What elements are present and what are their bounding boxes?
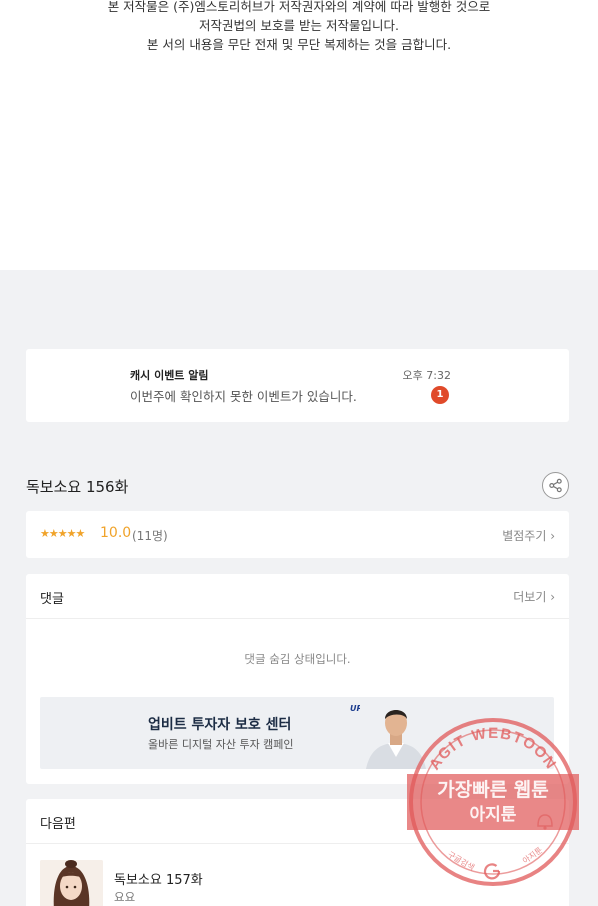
next-episode-title: 독보소요 157화 — [114, 873, 203, 888]
cash-event-notification[interactable]: 캐시 이벤트 알림 오후 7:32 이번주에 확인하지 못한 이벤트가 있습니다… — [26, 349, 569, 422]
next-episode-thumbnail[interactable] — [40, 860, 103, 906]
stamp-top-text: AGIT WEBTOON — [426, 725, 560, 773]
google-g-icon — [483, 863, 501, 880]
rating-score: 10.0 — [100, 525, 132, 541]
notification-time: 오후 7:32 — [402, 369, 451, 382]
rate-button[interactable]: 별점주기 › — [502, 527, 555, 544]
ad-title: 업비트 투자자 보호 센터 — [148, 717, 292, 733]
notification-message: 이번주에 확인하지 못한 이벤트가 있습니다. — [130, 389, 357, 404]
rating-stars: ★★★★★ — [40, 527, 85, 540]
copyright-line-3: 본 서의 내용을 무단 전재 및 무단 복제하는 것을 금합니다. — [146, 37, 452, 52]
comments-header: 댓글 더보기 › — [26, 574, 569, 619]
next-episode-subtitle: 요요 — [114, 890, 136, 904]
notification-title: 캐시 이벤트 알림 — [130, 369, 209, 382]
agit-webtoon-watermark-stamp: AGIT WEBTOON 가장빠른 웹툰 아지툰 구글검색 아지툰 — [407, 718, 579, 886]
episode-title: 독보소요 156화 — [26, 478, 129, 496]
comments-more-button[interactable]: 더보기 › — [513, 588, 555, 605]
comments-label: 댓글 — [40, 592, 64, 607]
thumbnail-character-image — [40, 860, 103, 906]
rating-card: ★★★★★ 10.0 (11명) 별점주기 › — [26, 511, 569, 558]
copyright-line-2: 저작권법의 보호를 받는 저작물입니다. — [199, 18, 399, 33]
share-button[interactable] — [542, 472, 569, 499]
share-icon — [549, 478, 562, 493]
rating-count: (11명) — [132, 529, 168, 543]
stamp-main-line-2: 아지툰 — [470, 805, 517, 825]
ad-subtitle: 올바른 디지털 자산 투자 캠페인 — [148, 738, 294, 751]
copyright-notice: 본 저작물은 (주)엠스토리허브가 저작권자와의 계약에 따라 발행한 것으로 … — [0, 0, 598, 270]
next-episode-label: 다음편 — [40, 817, 76, 832]
stamp-main-line-1: 가장빠른 웹툰 — [437, 779, 549, 801]
comments-hidden-text: 댓글 숨김 상태입니다. — [244, 652, 351, 666]
notification-count-badge: 1 — [431, 386, 449, 404]
copyright-line-1: 본 저작물은 (주)엠스토리허브가 저작권자와의 계약에 따라 발행한 것으로 — [107, 0, 491, 14]
